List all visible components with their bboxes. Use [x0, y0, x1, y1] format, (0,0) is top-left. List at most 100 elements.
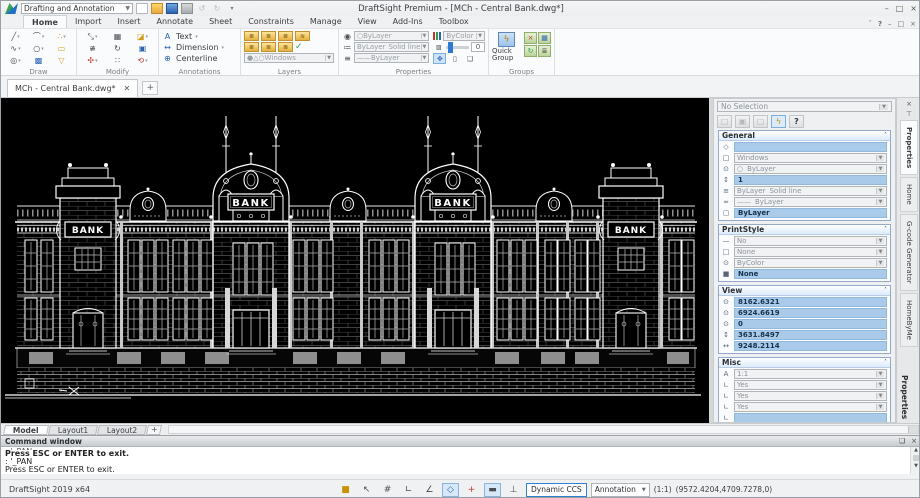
- close-button[interactable]: ×: [910, 4, 917, 13]
- select-entities-button[interactable]: □: [717, 115, 732, 128]
- trim-tool[interactable]: ∷: [105, 55, 130, 66]
- field-lineweight[interactable]: ——ByLayer▼: [734, 197, 887, 207]
- grid-icon[interactable]: #: [379, 483, 396, 497]
- quick-select-button[interactable]: ϟ: [771, 115, 786, 128]
- paste-properties-button[interactable]: ❏: [463, 53, 476, 64]
- palette-help-button[interactable]: ?: [789, 115, 804, 128]
- circle-tool[interactable]: ○▾: [27, 43, 50, 54]
- ccs-icon[interactable]: ⊥: [505, 483, 522, 497]
- field-ucs-display[interactable]: Yes▼: [734, 402, 887, 412]
- annotation-scale-dropdown[interactable]: Annotation▼: [591, 483, 650, 497]
- field-linecolor[interactable]: ○ByLayer▼: [734, 164, 887, 174]
- print-button[interactable]: [181, 3, 193, 14]
- add-sheet-button[interactable]: +: [146, 425, 162, 435]
- new-file-button[interactable]: [136, 3, 148, 14]
- field-printstyle-table[interactable]: None▼: [734, 247, 887, 257]
- selection-dropdown[interactable]: No Selection▼: [717, 101, 892, 112]
- layer-dropdown[interactable]: ● △ ○ Windows▼: [244, 53, 334, 63]
- field-printstyle-sheet[interactable]: None: [734, 269, 887, 279]
- tab-sheet[interactable]: Sheet: [201, 15, 240, 28]
- field-printstyle[interactable]: No▼: [734, 236, 887, 246]
- field-width[interactable]: 9248.2114: [734, 341, 887, 351]
- esnap-icon[interactable]: ◇: [442, 483, 459, 497]
- horizontal-scrollbar[interactable]: [168, 425, 919, 434]
- line-tool[interactable]: ╱▾: [4, 31, 27, 42]
- section-header-general[interactable]: General˄: [719, 131, 890, 141]
- tab-constraints[interactable]: Constraints: [240, 15, 302, 28]
- hatch-tool[interactable]: ▩: [27, 55, 50, 66]
- layer-new-button[interactable]: ≣: [261, 31, 276, 41]
- command-float-icon[interactable]: ❏: [899, 437, 905, 445]
- tab-home[interactable]: Home: [23, 15, 67, 28]
- select-add-button[interactable]: ▣: [735, 115, 750, 128]
- move-tool[interactable]: ⤡▾: [80, 31, 105, 42]
- command-scrollbar[interactable]: ▲▼: [910, 447, 920, 474]
- layer-apply-icon[interactable]: ✓: [295, 42, 303, 52]
- select-remove-button[interactable]: ▢: [753, 115, 768, 128]
- mirror-tool[interactable]: ⟲▾: [130, 55, 155, 66]
- transparency-value[interactable]: 0: [471, 42, 485, 52]
- doc-tab-close-icon[interactable]: ✕: [124, 84, 131, 93]
- field-ucs-per-viewport[interactable]: Yes▼: [734, 380, 887, 390]
- palette-pin-icon[interactable]: ⊤: [906, 110, 912, 118]
- copy-tool[interactable]: ▣: [130, 43, 155, 54]
- snap-settings-icon[interactable]: ■: [337, 483, 354, 497]
- field-name[interactable]: [734, 142, 887, 152]
- save-button[interactable]: [166, 3, 178, 14]
- ortho-icon[interactable]: ∟: [400, 483, 417, 497]
- section-header-printstyle[interactable]: PrintStyle˄: [719, 225, 890, 235]
- side-tab-homebyme[interactable]: HomeByMe: [900, 293, 918, 347]
- layer-properties-button[interactable]: ≣: [244, 31, 259, 41]
- open-file-button[interactable]: [151, 3, 163, 14]
- field-ucs-origin[interactable]: Yes▼: [734, 391, 887, 401]
- tab-insert[interactable]: Insert: [110, 15, 149, 28]
- tab-view[interactable]: View: [350, 15, 385, 28]
- quick-group-button[interactable]: ϟ Quick Group: [492, 32, 521, 63]
- doc-restore-button[interactable]: □: [898, 20, 905, 28]
- field-printstyle-mode[interactable]: ByColor▼: [734, 258, 887, 268]
- field-center-y[interactable]: 6924.6619: [734, 308, 887, 318]
- doc-close-button[interactable]: ×: [910, 20, 916, 28]
- erase-tool[interactable]: ◪▾: [130, 31, 155, 42]
- field-center-x[interactable]: 8162.6321: [734, 297, 887, 307]
- lineweight-dropdown[interactable]: ——ByLayer▼: [354, 53, 429, 63]
- field-linescale[interactable]: 1: [734, 175, 887, 185]
- group-add-button[interactable]: ↻: [524, 45, 537, 57]
- arc-tool[interactable]: ⌒▾: [27, 31, 50, 42]
- pattern-tool[interactable]: ▦: [105, 31, 130, 42]
- ungroup-button[interactable]: ×: [524, 32, 537, 44]
- ellipse-tool[interactable]: ◎▾: [4, 55, 27, 66]
- linecolor-dropdown[interactable]: ○ByLayer▼: [354, 31, 429, 41]
- section-header-misc[interactable]: Misc˄: [719, 358, 890, 368]
- field-center-z[interactable]: 0: [734, 319, 887, 329]
- command-window-titlebar[interactable]: Command window ❏ ×: [1, 436, 920, 447]
- workspace-dropdown[interactable]: Drafting and Annotation▼: [21, 3, 133, 14]
- group-manager-button[interactable]: ≣: [538, 45, 551, 57]
- drawing-canvas[interactable]: BANK BANK BANK BANK: [1, 98, 709, 423]
- tab-import[interactable]: Import: [67, 15, 110, 28]
- sheet-tab-layout2[interactable]: Layout2: [97, 425, 147, 435]
- qat-customize-button[interactable]: ▾: [226, 3, 238, 14]
- offset-tool[interactable]: ✣▾: [80, 55, 105, 66]
- sheet-tab-model[interactable]: Model: [3, 425, 49, 435]
- copy-properties-button[interactable]: ▯: [448, 53, 461, 64]
- tab-annotate[interactable]: Annotate: [148, 15, 201, 28]
- document-tab[interactable]: MCh - Central Bank.dwg* ✕: [7, 79, 138, 97]
- tab-toolbox[interactable]: Toolbox: [431, 15, 477, 28]
- tab-manage[interactable]: Manage: [302, 15, 350, 28]
- layer-freeze-button[interactable]: ≋: [295, 31, 310, 41]
- stretch-tool[interactable]: ≇: [80, 43, 105, 54]
- sheet-tab-layout1[interactable]: Layout1: [48, 425, 98, 435]
- help-icon[interactable]: ?: [878, 20, 882, 28]
- spline-tool[interactable]: ∿▾: [4, 43, 27, 54]
- layer-isolate-button[interactable]: ≣: [278, 42, 293, 52]
- side-tab-home[interactable]: Home: [900, 177, 918, 212]
- rotate-tool[interactable]: ↻: [105, 43, 130, 54]
- field-ucs-name[interactable]: [734, 413, 887, 423]
- palette-close-icon[interactable]: ×: [906, 100, 912, 108]
- field-linestyle[interactable]: ByLayerSolid line▼: [734, 186, 887, 196]
- field-layer[interactable]: Windows▼: [734, 153, 887, 163]
- lineweight-toggle-icon[interactable]: ▬: [484, 483, 501, 497]
- minimize-button[interactable]: –: [885, 4, 889, 13]
- pointer-icon[interactable]: ↖: [358, 483, 375, 497]
